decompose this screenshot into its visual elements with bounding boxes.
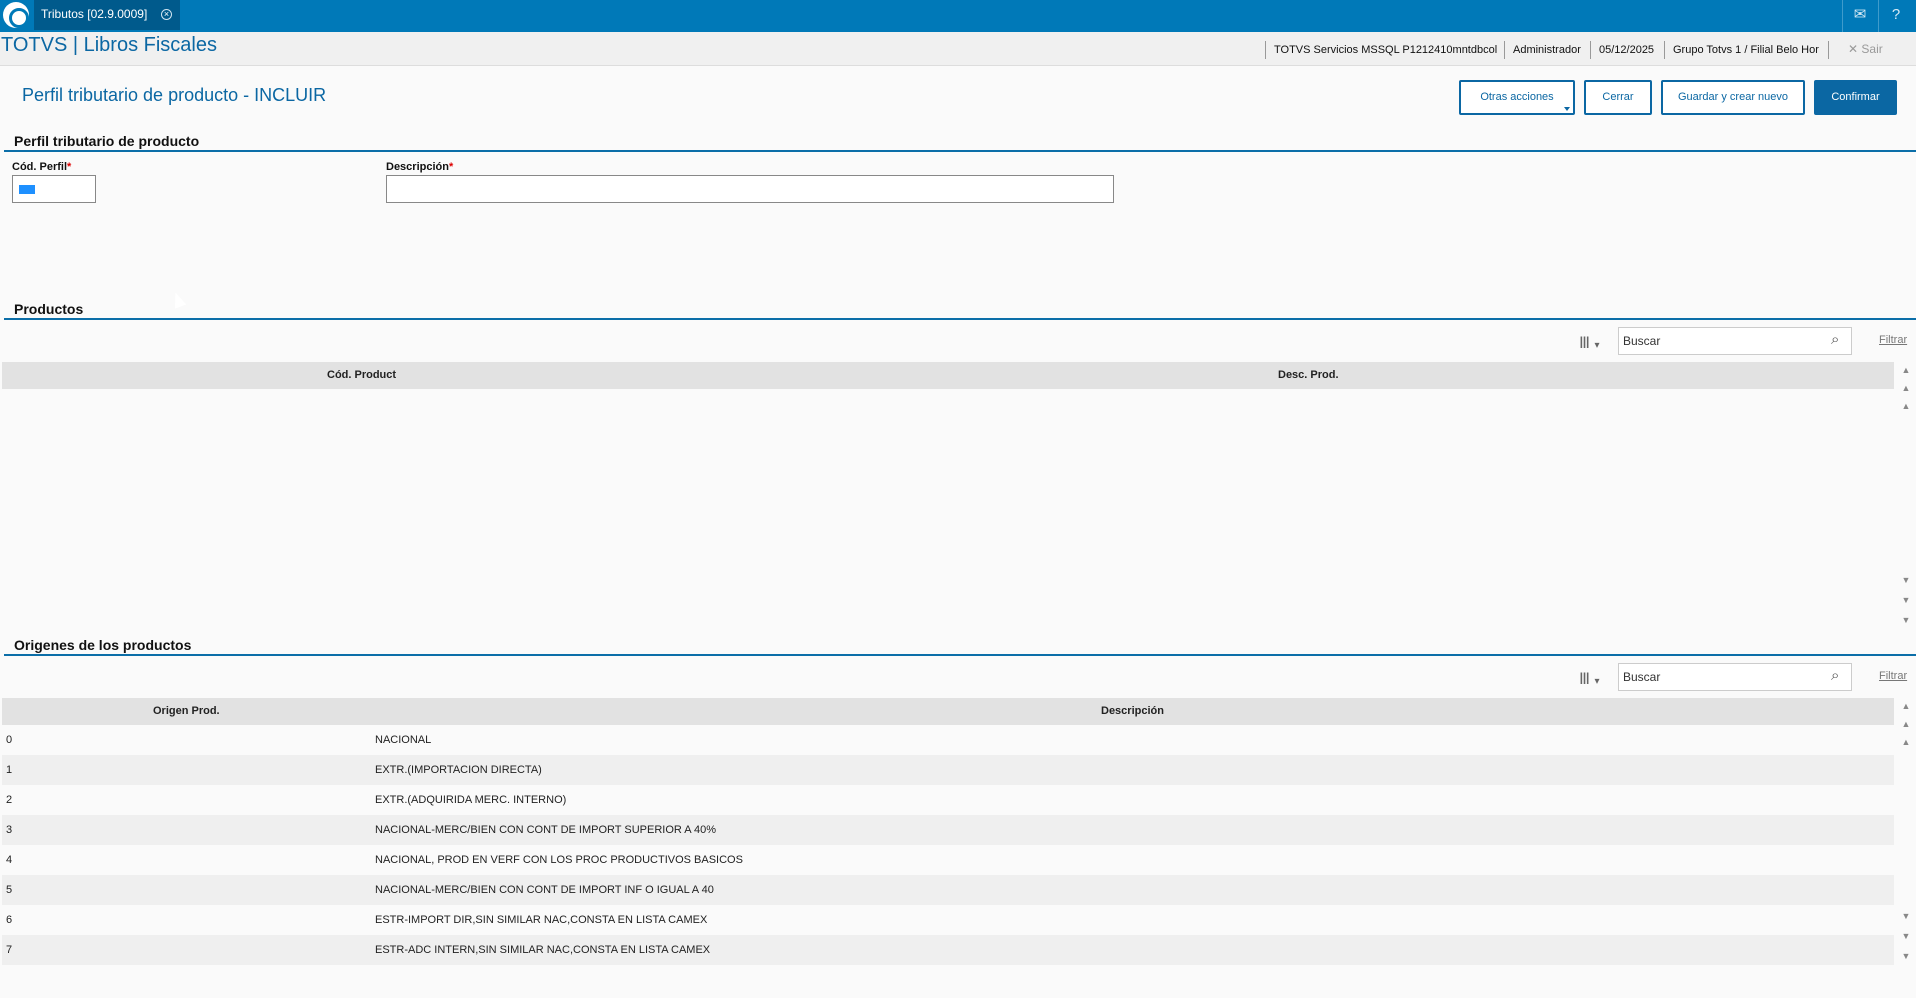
origins-toolbar: Ⅲ ▾ Buscar ⌕ Filtrar xyxy=(1579,663,1909,693)
divider xyxy=(1828,41,1830,59)
description-input[interactable] xyxy=(386,175,1114,203)
section-divider xyxy=(4,654,1916,656)
scroll-page-up-icon[interactable]: ▲ xyxy=(1901,383,1911,393)
products-section-title: Productos xyxy=(14,301,84,317)
server-info: TOTVS Servicios MSSQL P1212410mntdbcol xyxy=(1265,41,1497,59)
close-icon[interactable]: × xyxy=(161,9,172,20)
column-header[interactable]: Descripción xyxy=(1101,698,1164,725)
app-title: TOTVS | Libros Fiscales xyxy=(1,34,217,56)
products-table-header: Cód. Product Desc. Prod. xyxy=(2,362,1894,389)
scroll-page-down-icon[interactable]: ▼ xyxy=(1901,931,1911,941)
table-row[interactable]: 4 NACIONAL, PROD EN VERF CON LOS PROC PRO… xyxy=(2,845,1894,875)
scroll-up-icon[interactable]: ▲ xyxy=(1901,401,1911,411)
required-marker: * xyxy=(448,161,454,173)
table-row[interactable]: 3 NACIONAL-MERC/BIEN CON CONT DE IMPORT S… xyxy=(2,815,1894,845)
branch-info: Grupo Totvs 1 / Filial Belo Hor xyxy=(1664,41,1819,59)
text-cursor xyxy=(19,185,35,194)
profile-code-label: Cód. Perfil* xyxy=(12,161,72,173)
date-info: 05/12/2025 xyxy=(1590,41,1654,59)
products-filter-link[interactable]: Filtrar xyxy=(1879,334,1907,346)
help-icon[interactable]: ? xyxy=(1878,0,1913,32)
scroll-down-icon[interactable]: ▼ xyxy=(1901,575,1911,585)
scroll-top-icon[interactable]: ▲ xyxy=(1901,365,1911,375)
table-row[interactable]: 7 ESTR-ADC INTERN,SIN SIMILAR NAC,CONSTA … xyxy=(2,935,1894,965)
scroll-top-icon[interactable]: ▲ xyxy=(1901,701,1911,711)
column-header[interactable]: Desc. Prod. xyxy=(1278,362,1339,389)
profile-code-input[interactable] xyxy=(12,175,96,203)
tab-tributos[interactable]: Tributos [02.9.0009] × xyxy=(34,0,180,30)
page-title: Perfil tributario de producto - INCLUIR xyxy=(22,85,327,105)
scroll-bottom-icon[interactable]: ▼ xyxy=(1901,951,1911,961)
table-row[interactable]: 1 EXTR.(IMPORTACION DIRECTA) xyxy=(2,755,1894,785)
confirm-button[interactable]: Confirmar xyxy=(1814,80,1897,115)
table-row[interactable]: 2 EXTR.(ADQUIRIDA MERC. INTERNO) xyxy=(2,785,1894,815)
table-row[interactable]: 6 ESTR-IMPORT DIR,SIN SIMILAR NAC,CONSTA … xyxy=(2,905,1894,935)
products-search-input[interactable]: Buscar xyxy=(1618,327,1852,355)
save-new-button[interactable]: Guardar y crear nuevo xyxy=(1661,80,1805,115)
close-button[interactable]: Cerrar xyxy=(1584,80,1652,115)
origins-table-body: 0 NACIONAL 1 EXTR.(IMPORTACION DIRECTA) 2E… xyxy=(0,725,1916,967)
header-bar: TOTVS | Libros Fiscales TOTVS Servicios … xyxy=(0,32,1916,66)
origins-scrollbar[interactable]: ▲ ▲ ▲ ▼ ▼ ▼ xyxy=(1897,701,1914,967)
description-label: Descripción* xyxy=(386,161,454,173)
scroll-bottom-icon[interactable]: ▼ xyxy=(1901,615,1911,625)
exit-link[interactable]: ✕ Sair xyxy=(1848,42,1883,56)
origins-search-input[interactable]: Buscar xyxy=(1618,663,1852,691)
profile-section-title: Perfil tributario de producto xyxy=(14,133,200,149)
products-toolbar: Ⅲ ▾ Buscar ⌕ Filtrar xyxy=(1579,327,1909,357)
origins-section-title: Origenes de los productos xyxy=(14,637,192,653)
close-icon: ✕ xyxy=(1848,42,1859,56)
search-icon[interactable]: ⌕ xyxy=(1831,331,1848,349)
scroll-up-icon[interactable]: ▲ xyxy=(1901,737,1911,747)
chevron-down-icon xyxy=(1564,107,1570,111)
origins-table-header: Origen Prod. Descripción xyxy=(2,698,1894,725)
section-divider xyxy=(4,318,1916,320)
section-divider xyxy=(4,150,1916,152)
column-header[interactable]: Cód. Product xyxy=(327,362,396,389)
user-info: Administrador xyxy=(1504,41,1581,59)
origins-filter-link[interactable]: Filtrar xyxy=(1879,670,1907,682)
totvs-logo-icon[interactable] xyxy=(3,2,29,28)
mouse-pointer-icon xyxy=(169,290,187,309)
column-header[interactable]: Origen Prod. xyxy=(153,698,220,725)
columns-icon[interactable]: Ⅲ ▾ xyxy=(1579,333,1615,353)
scroll-page-down-icon[interactable]: ▼ xyxy=(1901,595,1911,605)
table-row[interactable]: 0 NACIONAL xyxy=(2,725,1894,755)
table-row[interactable]: 5 NACIONAL-MERC/BIEN CON CONT DE IMPORT I… xyxy=(2,875,1894,905)
scroll-down-icon[interactable]: ▼ xyxy=(1901,911,1911,921)
products-scrollbar[interactable]: ▲ ▲ ▲ ▼ ▼ ▼ xyxy=(1897,365,1914,631)
required-marker: * xyxy=(67,161,72,173)
columns-icon[interactable]: Ⅲ ▾ xyxy=(1579,669,1615,689)
mail-icon[interactable]: ✉ xyxy=(1842,0,1877,32)
top-bar: Tributos [02.9.0009] × ✉ ? xyxy=(0,0,1916,32)
search-icon[interactable]: ⌕ xyxy=(1831,667,1848,685)
tab-title: Tributos [02.9.0009] xyxy=(41,7,148,21)
scroll-page-up-icon[interactable]: ▲ xyxy=(1901,719,1911,729)
other-actions-button[interactable]: Otras acciones xyxy=(1459,80,1575,115)
